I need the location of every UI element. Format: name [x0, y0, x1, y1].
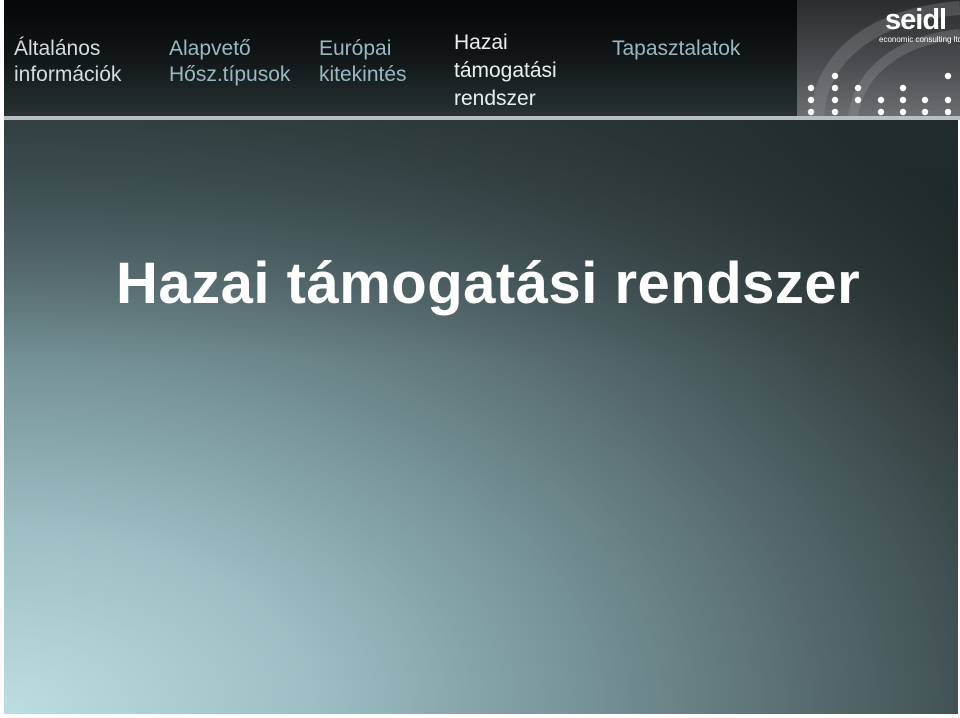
- nav-item-label-line: Alapvető: [169, 37, 251, 60]
- presentation-slide: Általános információk Alapvető Hősz.típu…: [0, 0, 960, 718]
- nav-item-label-line: kitekintés: [319, 63, 407, 86]
- nav-item-europai-kitekintes[interactable]: Európai kitekintés: [319, 36, 407, 88]
- slide-title: Hazai támogatási rendszer: [116, 251, 861, 316]
- nav-item-label-line: Tapasztalatok: [612, 37, 741, 60]
- nav-item-label-line: Hazai: [454, 31, 508, 54]
- nav-item-alapveto-hosz-tipusok[interactable]: Alapvető Hősz.típusok: [169, 36, 290, 88]
- nav-item-label-line: rendszer: [454, 87, 536, 110]
- logo-name: seidl: [885, 4, 947, 36]
- nav-item-label-line: Európai: [319, 37, 392, 60]
- slide-content-area: [4, 120, 958, 714]
- nav-item-label-line: Általános: [14, 37, 101, 60]
- nav-item-label-line: támogatási: [454, 59, 557, 82]
- nav-item-tapasztalatok[interactable]: Tapasztalatok: [612, 36, 740, 62]
- seidl-logo-icon: seidl economic consulting ltd.: [797, 0, 960, 117]
- nav-item-altalanos-informaciok[interactable]: Általános információk: [14, 36, 121, 88]
- logo-tagline: economic consulting ltd.: [879, 35, 960, 44]
- nav-item-label-line: információk: [14, 63, 122, 86]
- nav-item-label-line: Hősz.típusok: [169, 63, 291, 86]
- nav-item-hazai-tamogatasi-rendszer-active[interactable]: Hazai támogatási rendszer: [454, 29, 557, 113]
